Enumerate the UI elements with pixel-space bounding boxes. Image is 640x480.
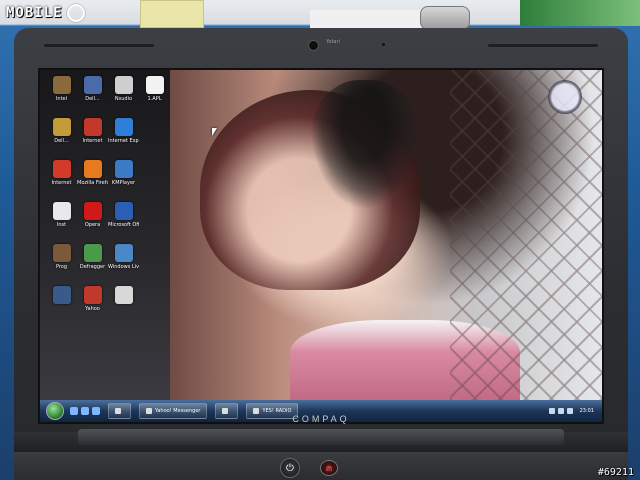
clock-gadget-icon[interactable] — [548, 80, 582, 114]
app-icon — [52, 286, 71, 304]
power-icon: ⏻ — [286, 462, 294, 474]
folder-icon — [52, 76, 71, 94]
desktop-icon-label: Dell... — [54, 138, 69, 144]
desktop-icon — [139, 116, 170, 156]
desktop-icon-label: Internet Explorer — [108, 138, 139, 144]
app-icon — [83, 76, 102, 94]
player-icon — [114, 160, 133, 178]
microphone — [382, 43, 385, 46]
desktop-icon-label: Nsudio — [114, 96, 133, 102]
desktop-icon[interactable]: Mozilla Firefox — [77, 158, 108, 198]
desktop-icon[interactable]: Internet Explorer — [108, 116, 139, 156]
desktop-icon[interactable]: Dell... — [77, 74, 108, 114]
desktop-icon-label: Internet — [82, 138, 103, 144]
desktop-icon[interactable]: Dell... — [46, 116, 77, 156]
desktop-icon[interactable]: 1.APL — [139, 74, 170, 114]
desktop-icon[interactable]: Windows Live — [108, 242, 139, 282]
phone-background — [420, 6, 470, 30]
desktop-icon[interactable] — [46, 284, 77, 324]
desktop-icon-label: Opera — [84, 222, 101, 228]
desktop-icon[interactable] — [108, 284, 139, 324]
photo-background — [520, 0, 640, 26]
file-icon — [114, 286, 133, 304]
laptop-brand: COMPAQ — [292, 414, 350, 424]
opera-icon — [83, 202, 102, 220]
speaker-right — [488, 44, 598, 47]
desktop-icon-label: KMPlayer — [111, 180, 136, 186]
logo-glyph-icon — [66, 4, 85, 22]
laptop-screen: Intel Dell... Nsudio 1.APL Dell... Internet In… — [38, 68, 604, 424]
desktop-icon[interactable]: Microsoft Office Word — [108, 200, 139, 240]
desktop-icon-label: Windows Live — [108, 264, 139, 270]
mouse-cursor-icon — [212, 128, 217, 136]
sticky-note — [140, 0, 204, 28]
folder-icon — [114, 76, 133, 94]
desktop-icon-grid: Intel Dell... Nsudio 1.APL Dell... Internet In… — [46, 74, 170, 324]
app-icon — [83, 118, 102, 136]
desktop-icon[interactable]: KMPlayer — [108, 158, 139, 198]
desktop-icon-label: Mozilla Firefox — [77, 180, 108, 186]
desktop-icon-label: Microsoft Office Word — [108, 222, 139, 228]
desktop-icon[interactable]: Nsudio — [108, 74, 139, 114]
desktop-icon[interactable]: Internet — [77, 116, 108, 156]
desktop-icon — [139, 284, 170, 324]
power-button[interactable]: ⏻ — [280, 458, 300, 478]
defrag-icon — [83, 244, 102, 262]
word-icon — [114, 202, 133, 220]
desktop-icon — [139, 158, 170, 198]
speaker-left — [44, 44, 154, 47]
desktop-icon-label: Dell... — [85, 96, 100, 102]
desktop-icon[interactable]: Prog — [46, 242, 77, 282]
webcam-brand: Yotari — [326, 39, 340, 45]
desktop-icon[interactable]: Defragger — [77, 242, 108, 282]
watermark: #69211 — [597, 467, 634, 478]
firefox-icon — [83, 160, 102, 178]
app-icon — [52, 244, 71, 262]
desktop-icon[interactable]: Opera — [77, 200, 108, 240]
browser-icon — [83, 286, 102, 304]
laptop: Yotari Intel Dell... Nsudio 1.APL Dell... Int… — [14, 28, 628, 480]
site-logo: MOBILE — [6, 2, 85, 24]
desktop-icon-label: Internet — [51, 180, 72, 186]
wireless-button[interactable]: ⋒ — [320, 460, 338, 476]
webcam — [308, 40, 319, 51]
wallpaper-fence — [450, 70, 602, 400]
desktop-icon[interactable]: Internet — [46, 158, 77, 198]
photographer-reflection — [310, 80, 420, 210]
file-icon — [145, 76, 164, 94]
file-icon — [52, 202, 71, 220]
desktop-icon-label: Yahoo — [85, 306, 100, 312]
desktop-icon[interactable]: Yahoo — [77, 284, 108, 324]
desktop-icon-label: Inst — [56, 222, 67, 228]
app-icon — [114, 244, 133, 262]
desktop-icon-label: 1.APL — [147, 96, 162, 102]
hinge-bar — [78, 429, 564, 445]
ie-icon — [114, 118, 133, 136]
desktop-icon[interactable]: Intel — [46, 74, 77, 114]
desktop-icon[interactable]: Inst — [46, 200, 77, 240]
desktop-icon — [139, 200, 170, 240]
folder-icon — [52, 118, 71, 136]
logo-text: MOBILE — [6, 5, 63, 21]
wireless-icon: ⋒ — [325, 463, 333, 473]
desktop-icon-label: Prog — [55, 264, 68, 270]
desktop-icon — [139, 242, 170, 282]
app-icon — [52, 160, 71, 178]
desktop-icon-label: Defragger — [79, 264, 106, 270]
desktop-icon-label: Intel — [55, 96, 68, 102]
